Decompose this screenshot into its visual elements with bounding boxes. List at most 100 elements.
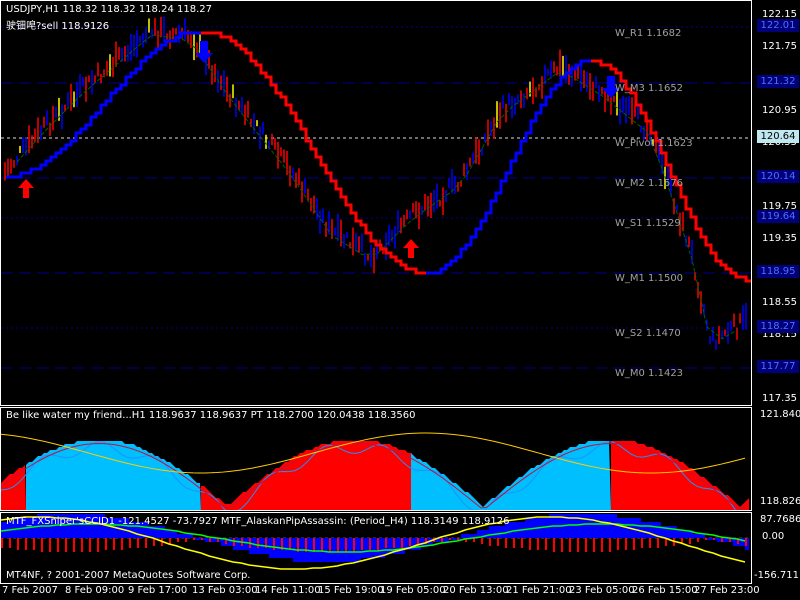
cci-bar [237, 538, 241, 550]
cci-bar [741, 538, 745, 546]
cci-stripe [609, 538, 611, 552]
cci-bar [525, 518, 529, 538]
cci-stripe [73, 538, 75, 552]
cci-bar [165, 530, 169, 538]
axis-label: 121.75 [762, 41, 797, 52]
level-price-box: 122.01 [757, 19, 799, 32]
cci-stripe [401, 538, 403, 548]
ind1-max: 121.8406 [760, 409, 800, 420]
cci-bar [205, 538, 209, 542]
cci-bar [497, 526, 501, 538]
cci-stripe [617, 538, 619, 550]
level-price-box: 119.64 [757, 210, 799, 223]
indicator2-title: MTF_FXSniper'sCCID1 -121.4527 -73.7927 M… [6, 516, 510, 527]
level-label: W_M0 1.1423 [615, 368, 684, 379]
metatrader-chart-window: USDJPY,H1 118.32 118.32 118.24 118.27 驶钿… [0, 0, 800, 600]
cci-stripe [385, 538, 387, 548]
cci-indicator-panel[interactable]: MTF_FXSniper'sCCID1 -121.4527 -73.7927 M… [0, 512, 752, 584]
cci-stripe [657, 538, 659, 548]
current-price-box: 120.64 [757, 130, 799, 143]
axis-label: 119.35 [762, 233, 797, 244]
cci-stripe [497, 538, 499, 546]
cci-stripe [1, 538, 3, 548]
trend-curve [6, 31, 206, 179]
cci-stripe [209, 538, 211, 542]
cci-bar [181, 534, 185, 538]
cci-stripe [113, 538, 115, 550]
cci-stripe [177, 538, 179, 542]
cci-stripe [585, 538, 587, 552]
cci-stripe [377, 538, 379, 550]
cci-bar [485, 530, 489, 538]
cci-stripe [441, 538, 443, 542]
cci-stripe [49, 538, 51, 552]
ind2-zero: 0.00 [762, 531, 785, 542]
cci-stripe [313, 538, 315, 552]
cci-stripe [593, 538, 595, 552]
indicator1-title: Be like water my friend...H1 118.9637 11… [6, 410, 416, 421]
cci-stripe [65, 538, 67, 552]
cci-stripe [257, 538, 259, 548]
cci-bar [605, 514, 609, 538]
cci-bar [697, 534, 701, 538]
cci-stripe [705, 538, 707, 540]
cci-stripe [577, 538, 579, 552]
level-price-box: 121.32 [757, 75, 799, 88]
cci-bar [501, 526, 505, 538]
trend-curve [426, 59, 596, 275]
cci-stripe [545, 538, 547, 550]
time-label: 8 Feb 09:00 [65, 585, 125, 596]
cci-bar [161, 526, 165, 538]
cci-bar [157, 526, 161, 538]
time-label: 13 Feb 03:00 [192, 585, 258, 596]
cci-stripe [481, 538, 483, 544]
cci-bar [677, 530, 681, 538]
cci-bar [169, 530, 173, 538]
copyright-label: MT4NF, ? 2001-2007 MetaQuotes Software C… [6, 570, 251, 581]
cci-stripe [337, 538, 339, 552]
cci-stripe [353, 538, 355, 552]
cci-stripe [273, 538, 275, 550]
cci-bar [341, 538, 345, 562]
cci-bar [709, 538, 713, 540]
cci-bar [461, 534, 465, 538]
cci-stripe [561, 538, 563, 552]
level-label: W_M1 1.1500 [615, 273, 684, 284]
cci-bar [185, 534, 189, 538]
time-label: 20 Feb 13:00 [443, 585, 509, 596]
level-price-box: 118.95 [757, 265, 799, 278]
cci-bar [581, 514, 585, 538]
cci-stripe [449, 538, 451, 540]
level-label: W_S2 1.1470 [615, 328, 681, 339]
cci-bar [641, 522, 645, 538]
cci-bar [617, 518, 621, 538]
cci-stripe [489, 538, 491, 546]
cci-stripe [89, 538, 91, 552]
time-label: 15 Feb 19:00 [318, 585, 384, 596]
buy-arrow-icon [403, 239, 419, 258]
cci-stripe [553, 538, 555, 552]
price-chart-panel[interactable]: USDJPY,H1 118.32 118.32 118.24 118.27 驶钿… [0, 0, 752, 406]
cci-bar [253, 538, 257, 554]
cci-stripe [329, 538, 331, 552]
cci-bar [609, 514, 613, 538]
level-price-box: 120.14 [757, 170, 799, 183]
cci-bar [373, 538, 377, 558]
cci-bar [717, 538, 721, 542]
cci-stripe [361, 538, 363, 550]
cci-bar [493, 526, 497, 538]
cci-stripe [601, 538, 603, 552]
cci-stripe [721, 538, 723, 542]
cci-stripe [289, 538, 291, 550]
cci-bar [693, 534, 697, 538]
cci-bar [453, 538, 457, 540]
cci-bar [357, 538, 361, 562]
cci-bar [325, 538, 329, 562]
cci-stripe [529, 538, 531, 550]
cci-bar [545, 518, 549, 538]
cci-bar [489, 526, 493, 538]
water-indicator-panel[interactable]: Be like water my friend...H1 118.9637 11… [0, 407, 752, 511]
cci-bar [669, 526, 673, 538]
cci-stripe [513, 538, 515, 548]
cci-bar [245, 538, 249, 550]
